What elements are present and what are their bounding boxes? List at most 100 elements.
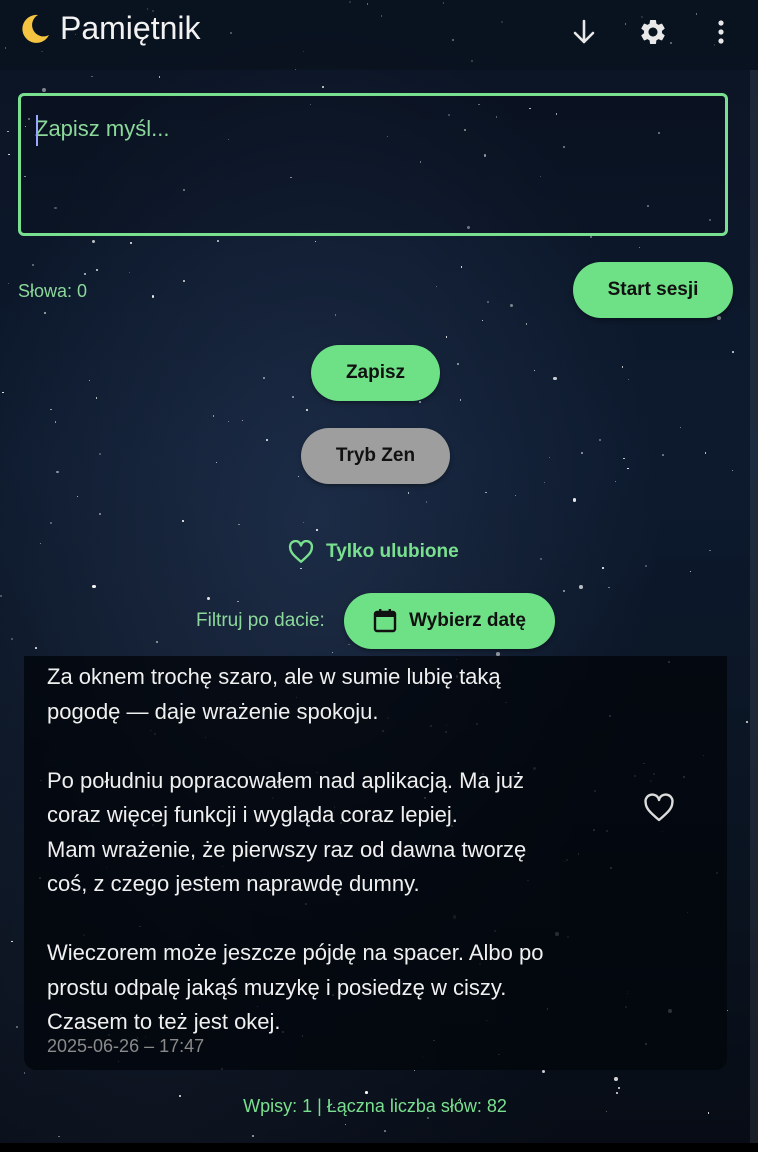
star-dot	[509, 303, 513, 307]
star-dot	[227, 421, 229, 423]
star-dot	[638, 247, 641, 249]
moon-icon	[22, 14, 49, 43]
star-dot	[457, 363, 459, 366]
zen-mode-button[interactable]: Tryb Zen	[301, 428, 450, 484]
star-dot	[216, 240, 220, 243]
star-dot	[35, 647, 37, 649]
entry-card[interactable]: Za oknem trochę szaro, ale w sumie lubię…	[24, 656, 727, 1070]
star-dot	[334, 314, 337, 316]
star-dot	[602, 567, 604, 569]
star-dot	[344, 1123, 347, 1125]
star-dot	[91, 75, 94, 78]
start-session-button[interactable]: Start sesji	[573, 262, 733, 318]
star-dot	[10, 638, 13, 640]
star-dot	[54, 421, 57, 423]
star-dot	[314, 240, 316, 242]
star-dot	[540, 558, 542, 560]
thought-input[interactable]	[35, 116, 705, 216]
star-dot	[590, 236, 593, 239]
gear-icon[interactable]	[635, 14, 671, 50]
star-dot	[98, 452, 101, 455]
app-title: Pamiętnik	[60, 10, 201, 46]
star-dot	[236, 600, 239, 603]
star-dot	[15, 1026, 18, 1029]
star-dot	[419, 400, 422, 403]
entry-date: 2025-06-26 – 17:47	[47, 1036, 205, 1056]
star-dot	[8, 153, 10, 156]
star-dot	[627, 378, 630, 381]
star-dot	[542, 1069, 546, 1073]
star-dot	[31, 264, 34, 267]
star-dot	[215, 462, 217, 464]
star-dot	[460, 265, 463, 268]
star-dot	[83, 273, 86, 276]
star-dot	[731, 470, 733, 472]
star-dot	[92, 584, 96, 589]
calendar-icon	[373, 609, 397, 633]
star-dot	[485, 491, 487, 494]
star-dot	[23, 1072, 26, 1074]
star-dot	[207, 596, 211, 600]
star-dot	[617, 1086, 621, 1089]
star-dot	[77, 495, 79, 498]
star-dot	[305, 408, 308, 411]
star-dot	[300, 568, 302, 570]
star-dot	[297, 475, 299, 477]
star-dot	[627, 467, 629, 470]
star-dot	[608, 586, 610, 589]
star-dot	[2, 391, 4, 394]
star-dot	[384, 1129, 387, 1132]
stats-summary: Wpisy: 1 | Łączna liczba słów: 82	[243, 1096, 507, 1116]
star-dot	[661, 454, 664, 456]
app-bar: Pamiętnik	[0, 0, 758, 70]
star-dot	[614, 1077, 619, 1081]
star-dot	[425, 500, 428, 503]
star-dot	[621, 366, 624, 369]
pick-date-button[interactable]: Wybierz datę	[344, 593, 555, 649]
favorites-only-label: Tylko ulubione	[326, 541, 459, 562]
star-dot	[95, 397, 97, 399]
star-dot	[183, 279, 186, 282]
star-dot	[689, 570, 691, 573]
star-dot	[514, 494, 517, 497]
pick-date-label: Wybierz datę	[409, 610, 526, 631]
star-dot	[365, 1091, 369, 1095]
star-dot	[42, 87, 47, 92]
favorites-only-toggle[interactable]: Tylko ulubione	[288, 540, 459, 564]
star-dot	[407, 492, 410, 494]
star-dot	[460, 399, 462, 401]
star-dot	[39, 542, 41, 544]
star-dot	[252, 1135, 255, 1138]
star-dot	[598, 439, 601, 442]
star-dot	[549, 457, 551, 459]
favorite-heart-icon[interactable]	[643, 792, 675, 824]
app-title-group: Pamiętnik	[18, 10, 201, 47]
star-dot	[238, 523, 241, 526]
star-dot	[445, 336, 448, 338]
star-dot	[302, 521, 305, 524]
star-dot	[50, 522, 52, 525]
star-dot	[58, 1135, 60, 1137]
star-dot	[709, 549, 712, 552]
download-arrow-icon[interactable]	[566, 14, 602, 50]
save-button[interactable]: Zapisz	[311, 345, 440, 401]
thought-input-container	[18, 93, 728, 236]
scroll-edge	[750, 70, 758, 1143]
star-dot	[129, 241, 132, 244]
text-caret	[36, 115, 38, 146]
more-vert-icon[interactable]	[703, 14, 739, 50]
star-dot	[481, 320, 484, 322]
star-dot	[50, 408, 53, 411]
star-dot	[7, 283, 10, 285]
star-dot	[572, 497, 577, 502]
star-dot	[543, 481, 546, 484]
star-dot	[563, 590, 565, 592]
star-dot	[553, 376, 557, 381]
star-dot	[241, 419, 244, 421]
star-dot	[704, 452, 707, 455]
heart-outline-icon	[288, 540, 314, 563]
word-counter: Słowa: 0	[18, 281, 88, 301]
date-filter-label: Filtruj po dacie:	[196, 610, 325, 631]
star-dot	[332, 651, 334, 653]
star-dot	[679, 426, 682, 428]
